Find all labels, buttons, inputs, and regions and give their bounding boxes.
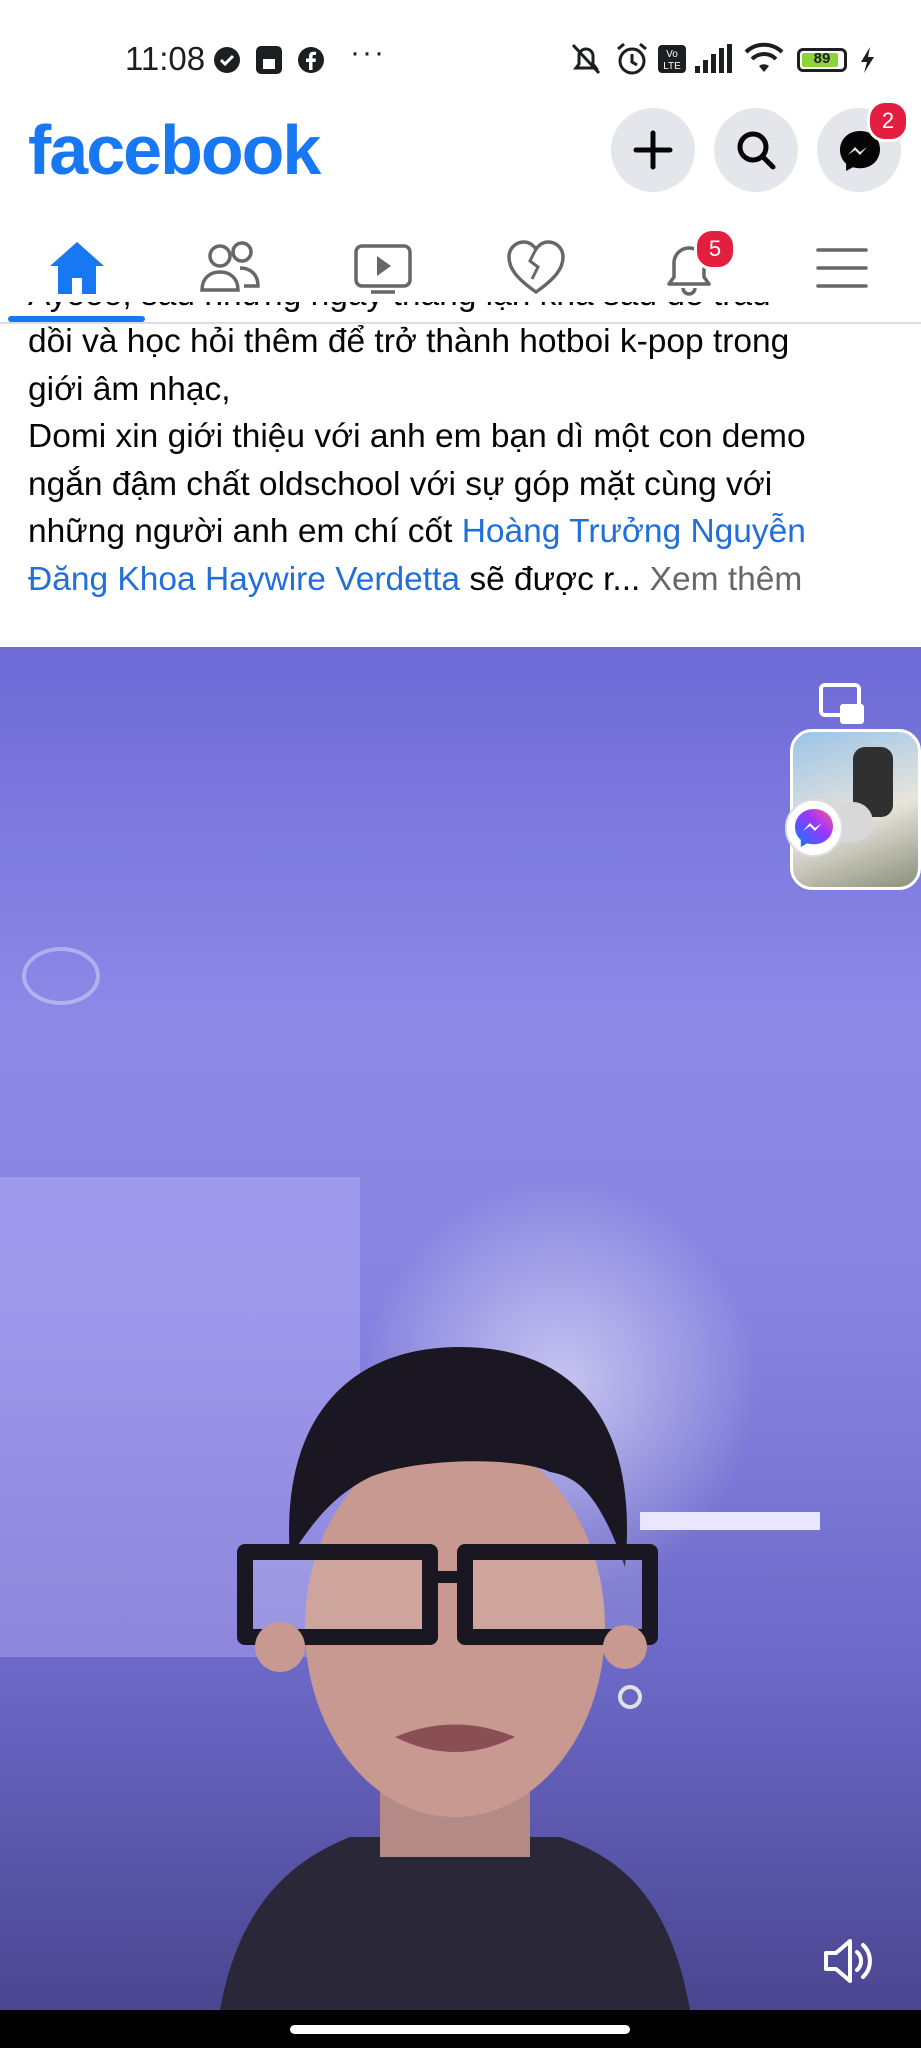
- svg-text:LTE: LTE: [663, 61, 681, 72]
- search-button[interactable]: [714, 108, 798, 192]
- video-frame-ceiling: [0, 647, 921, 1027]
- more-notifications-icon: ···: [350, 36, 386, 69]
- facebook-logo[interactable]: facebook: [28, 110, 321, 190]
- video-person: [220, 1347, 690, 2010]
- caption-line: Đăng Khoa Haywire Verdetta sẽ được r... …: [28, 556, 898, 604]
- battery-level: 89: [813, 50, 831, 67]
- video-player[interactable]: [0, 647, 921, 2010]
- caption-line: những người anh em chí cốt Hoàng Trưởng …: [28, 508, 898, 556]
- battery-indicator: 89: [797, 48, 847, 72]
- home-indicator[interactable]: [290, 2025, 630, 2034]
- app-header: facebook 2: [0, 100, 921, 210]
- verified-check-icon: [214, 47, 240, 73]
- messenger-icon: [795, 809, 833, 847]
- wifi-icon: [744, 42, 784, 72]
- messenger-badge: 2: [867, 100, 909, 142]
- plus-icon: [633, 130, 673, 170]
- mi-app-icon: [256, 46, 282, 74]
- picture-in-picture-icon[interactable]: [818, 682, 868, 730]
- video-icon: [353, 244, 412, 294]
- friends-icon: [199, 241, 260, 292]
- tagged-user-link[interactable]: Đăng Khoa Haywire Verdetta: [28, 561, 460, 598]
- heart-icon: [506, 240, 565, 295]
- search-icon: [737, 131, 776, 170]
- caption-line: Domi xin giới thiệu với anh em bạn dì mộ…: [28, 418, 806, 455]
- tagged-user-link[interactable]: Hoàng Trưởng Nguyễn: [462, 513, 806, 550]
- messenger-button[interactable]: 2: [817, 100, 909, 192]
- charging-icon: [861, 47, 874, 73]
- volte-icon: VoLTE: [658, 45, 686, 73]
- alarm-icon: [617, 42, 647, 75]
- menu-icon: [815, 248, 868, 288]
- video-frame-light: [22, 947, 100, 1005]
- caption-text: sẽ được r...: [460, 560, 641, 598]
- notifications-badge: 5: [694, 228, 736, 270]
- caption-cutoff-line: Ayooo, sau những ngày tháng lặn khá sâu …: [28, 302, 771, 318]
- create-button[interactable]: [611, 108, 695, 192]
- post-caption: Ayooo, sau những ngày tháng lặn khá sâu …: [28, 302, 898, 603]
- messenger-chat-badge: [785, 799, 843, 857]
- caption-line: ngắn đậm chất oldschool với sự góp mặt c…: [28, 465, 773, 503]
- facebook-status-icon: [298, 47, 324, 73]
- bell-muted-icon: [571, 43, 601, 75]
- see-more-link[interactable]: Xem thêm: [650, 561, 803, 598]
- signal-icon: [695, 44, 732, 73]
- status-time: 11:08: [125, 40, 206, 77]
- caption-line: giới âm nhạc,: [28, 370, 231, 408]
- caption-text: những người anh em chí cốt: [28, 513, 462, 550]
- caption-line: dồi và học hỏi thêm để trở thành hotboi …: [28, 323, 790, 360]
- volume-icon[interactable]: [822, 1935, 874, 1987]
- svg-text:Vo: Vo: [666, 49, 678, 60]
- home-icon: [49, 242, 104, 294]
